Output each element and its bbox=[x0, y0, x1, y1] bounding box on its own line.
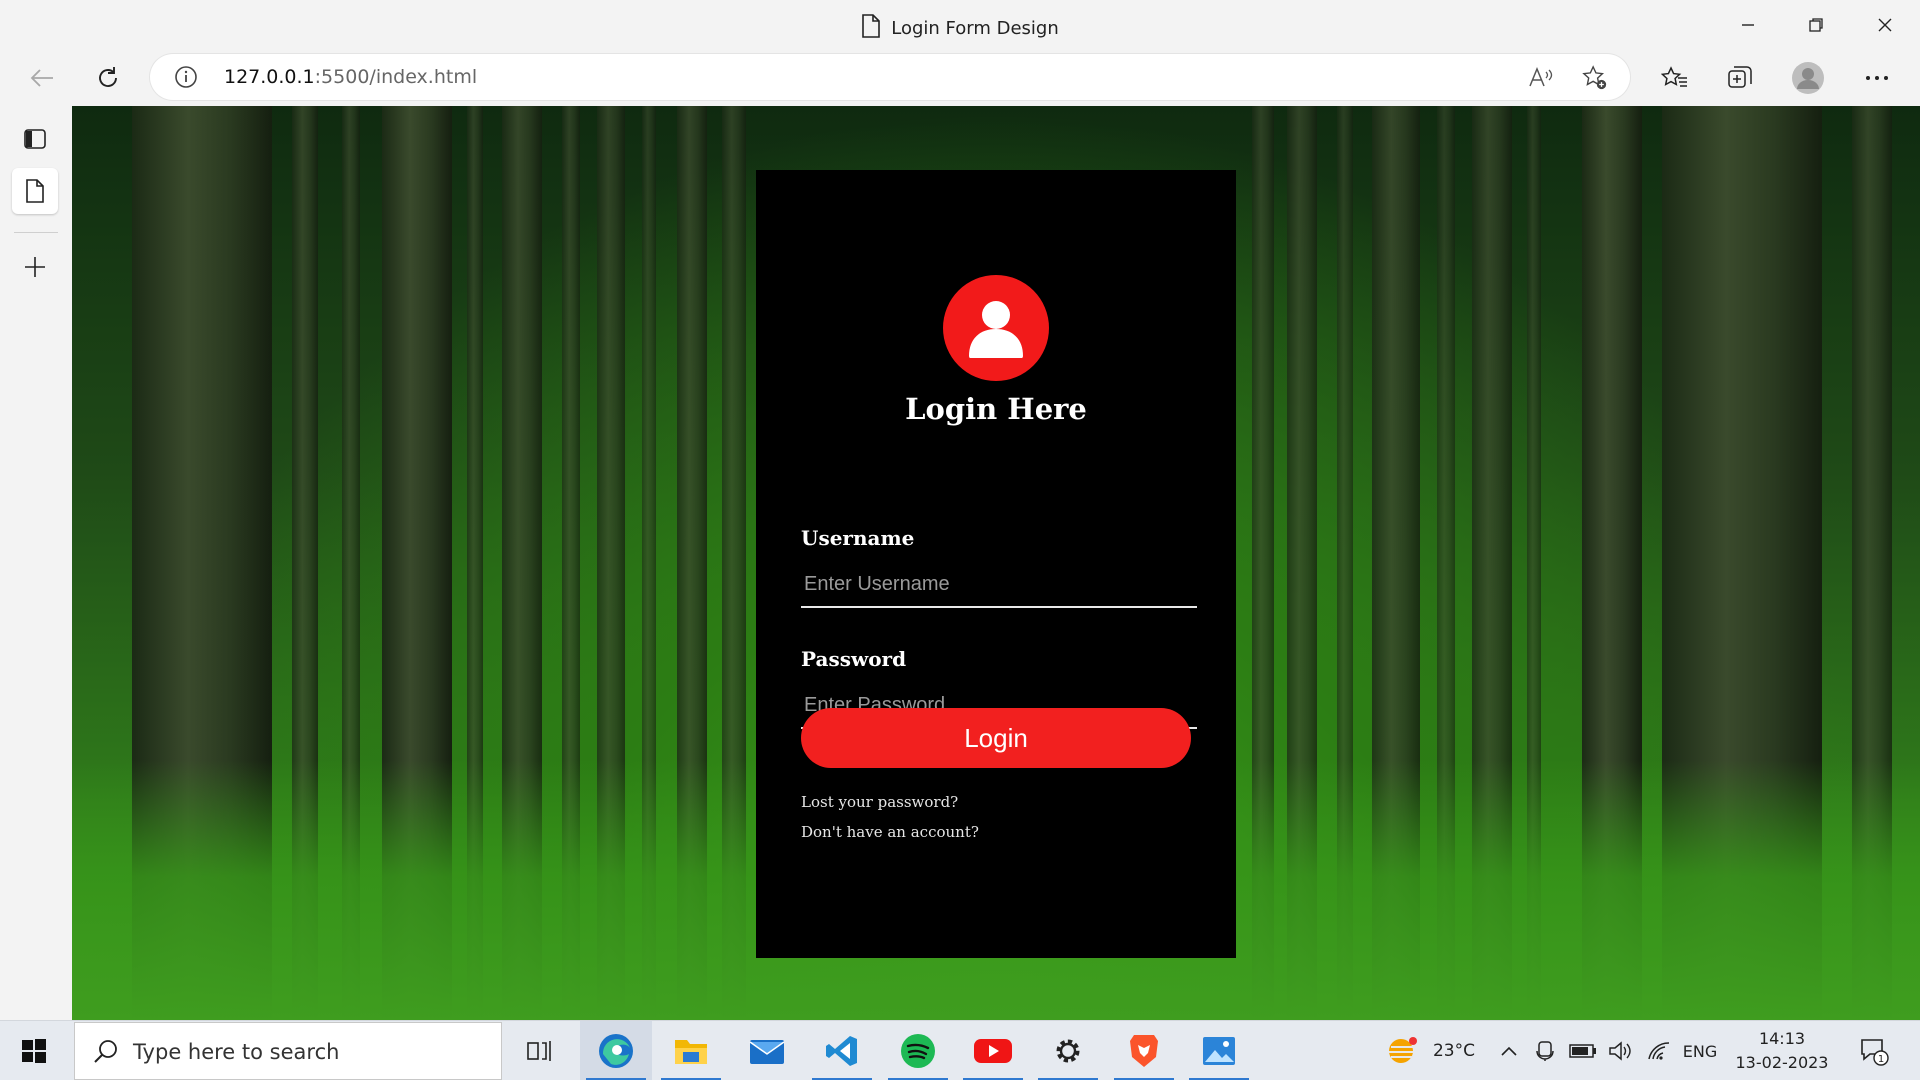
document-icon bbox=[862, 14, 881, 38]
plus-icon bbox=[25, 257, 45, 277]
task-view-icon bbox=[527, 1041, 551, 1061]
tab-login-form-design[interactable] bbox=[12, 168, 58, 214]
folder-icon bbox=[675, 1040, 707, 1064]
collections-icon bbox=[1728, 66, 1752, 88]
search-placeholder: Type here to search bbox=[133, 1040, 340, 1064]
close-icon bbox=[1878, 18, 1892, 32]
clock-time: 14:13 bbox=[1758, 1029, 1806, 1048]
user-avatar-icon bbox=[943, 275, 1049, 381]
browser-toolbar: 127.0.0.1:5500/index.html bbox=[0, 50, 1920, 106]
favorites-icon bbox=[1661, 66, 1687, 87]
url-host: 127.0.0.1 bbox=[224, 66, 315, 88]
page-tab-icon bbox=[26, 179, 44, 203]
windows-logo-icon bbox=[22, 1039, 46, 1063]
tab-actions-button[interactable] bbox=[12, 116, 58, 162]
site-info-icon[interactable] bbox=[174, 65, 198, 93]
file-explorer-app-button[interactable] bbox=[655, 1021, 727, 1080]
task-view-button[interactable] bbox=[504, 1021, 576, 1080]
lost-password-link[interactable]: Lost your password? bbox=[801, 793, 958, 811]
settings-app-button[interactable] bbox=[1032, 1021, 1104, 1080]
signup-link[interactable]: Don't have an account? bbox=[801, 823, 979, 841]
notification-count: 1 bbox=[1878, 1054, 1884, 1065]
vertical-tabs-sidebar bbox=[0, 106, 72, 1020]
youtube-icon bbox=[974, 1039, 1012, 1063]
favorites-button[interactable] bbox=[1655, 58, 1695, 98]
settings-more-button[interactable] bbox=[1857, 58, 1897, 98]
username-input[interactable] bbox=[801, 562, 1197, 608]
battery-icon[interactable] bbox=[1566, 1021, 1600, 1080]
login-button[interactable]: Login bbox=[801, 708, 1191, 768]
edge-app-button[interactable] bbox=[580, 1021, 652, 1080]
taskbar-search-box[interactable]: Type here to search bbox=[74, 1022, 502, 1080]
windows-taskbar: Type here to search 23°C ENG 14:13 13-02… bbox=[0, 1020, 1920, 1080]
password-label: Password bbox=[801, 647, 907, 671]
refresh-icon bbox=[99, 67, 117, 87]
page-viewport: Login Here Username Password Login Lost … bbox=[72, 106, 1920, 1020]
gear-icon bbox=[1056, 1039, 1080, 1063]
avatar-icon bbox=[1792, 62, 1824, 94]
login-card: Login Here Username Password Login Lost … bbox=[756, 170, 1236, 958]
notification-icon: 1 bbox=[1861, 1039, 1889, 1066]
vscode-icon bbox=[826, 1036, 857, 1066]
more-dots-icon bbox=[1866, 76, 1888, 80]
close-button[interactable] bbox=[1862, 10, 1908, 40]
brave-lion-icon bbox=[1130, 1035, 1158, 1067]
refresh-button[interactable] bbox=[88, 58, 128, 98]
vscode-app-button[interactable] bbox=[806, 1021, 878, 1080]
profile-button[interactable] bbox=[1788, 58, 1828, 98]
window-title: Login Form Design bbox=[0, 14, 1920, 39]
window-titlebar: Login Form Design bbox=[0, 0, 1920, 50]
window-title-text: Login Form Design bbox=[891, 18, 1059, 39]
restore-icon bbox=[1809, 18, 1823, 32]
wifi-icon[interactable] bbox=[1642, 1021, 1676, 1080]
volume-icon[interactable] bbox=[1604, 1021, 1638, 1080]
tab-actions-icon bbox=[24, 129, 46, 149]
read-aloud-icon[interactable] bbox=[1528, 65, 1554, 91]
edge-icon bbox=[599, 1034, 633, 1068]
minimize-icon bbox=[1742, 24, 1754, 26]
username-label: Username bbox=[801, 526, 915, 550]
url-path: :5500/index.html bbox=[314, 66, 478, 88]
mail-icon bbox=[749, 1040, 785, 1064]
back-arrow-icon bbox=[30, 69, 53, 87]
add-favorite-icon[interactable] bbox=[1582, 65, 1608, 91]
photos-icon bbox=[1203, 1037, 1235, 1065]
restore-button[interactable] bbox=[1793, 10, 1839, 40]
spotify-icon bbox=[901, 1034, 935, 1068]
weather-icon[interactable] bbox=[1380, 1021, 1424, 1080]
minimize-button[interactable] bbox=[1725, 10, 1771, 40]
notification-center-button[interactable]: 1 bbox=[1852, 1021, 1896, 1080]
input-language[interactable]: ENG bbox=[1680, 1021, 1720, 1080]
sidebar-divider bbox=[14, 232, 58, 233]
clock-date: 13-02-2023 bbox=[1735, 1053, 1829, 1072]
search-icon bbox=[94, 1040, 117, 1063]
photos-app-button[interactable] bbox=[1183, 1021, 1255, 1080]
taskbar-clock[interactable]: 14:13 13-02-2023 bbox=[1722, 1027, 1842, 1075]
collections-button[interactable] bbox=[1720, 58, 1760, 98]
url-text[interactable]: 127.0.0.1:5500/index.html bbox=[224, 66, 477, 88]
back-button[interactable] bbox=[22, 58, 62, 98]
mail-app-button[interactable] bbox=[731, 1021, 803, 1080]
spotify-app-button[interactable] bbox=[882, 1021, 954, 1080]
brave-app-button[interactable] bbox=[1108, 1021, 1180, 1080]
new-tab-button[interactable] bbox=[12, 244, 58, 290]
meet-now-icon[interactable] bbox=[1530, 1021, 1560, 1080]
address-bar[interactable]: 127.0.0.1:5500/index.html bbox=[150, 54, 1630, 100]
start-button[interactable] bbox=[10, 1029, 58, 1073]
login-title: Login Here bbox=[905, 392, 1087, 426]
youtube-app-button[interactable] bbox=[957, 1021, 1029, 1080]
show-hidden-icons-chevron-up-icon[interactable] bbox=[1496, 1021, 1522, 1080]
weather-temperature[interactable]: 23°C bbox=[1426, 1021, 1482, 1080]
